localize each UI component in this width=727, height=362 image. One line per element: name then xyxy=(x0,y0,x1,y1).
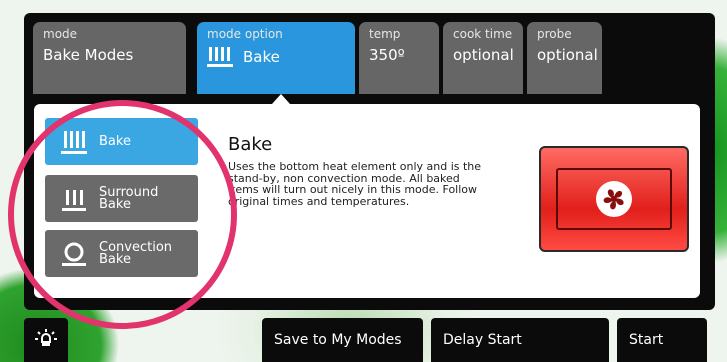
tab-cook-time-label: cook time xyxy=(453,27,513,41)
oven-control-frame: mode Bake Modes mode option Bake temp 35… xyxy=(24,13,715,310)
bake-icon xyxy=(207,47,233,67)
light-icon xyxy=(35,329,57,346)
convection-bake-icon xyxy=(62,242,86,266)
option-convection-bake-label: Convection Bake xyxy=(99,241,172,267)
fan-icon xyxy=(603,189,624,210)
option-surround-bake-line2: Bake xyxy=(99,196,131,212)
tab-mode-option-value: Bake xyxy=(207,46,345,68)
tab-mode-option[interactable]: mode option Bake xyxy=(197,22,355,94)
option-bake-label: Bake xyxy=(99,133,131,149)
tab-pointer xyxy=(272,94,290,104)
option-surround-bake[interactable]: Surround Bake xyxy=(45,175,198,222)
option-bake[interactable]: Bake xyxy=(45,118,198,165)
option-bake-line1: Bake xyxy=(99,133,131,149)
option-convection-bake-line2: Bake xyxy=(99,251,131,267)
start-fan-button[interactable] xyxy=(539,146,689,252)
description-text: Uses the bottom heat element only and is… xyxy=(228,161,528,207)
tab-probe[interactable]: probe optional xyxy=(527,22,602,94)
bake-icon xyxy=(61,130,87,154)
option-convection-bake[interactable]: Convection Bake xyxy=(45,230,198,277)
tab-probe-label: probe xyxy=(537,27,572,41)
fan-icon-background xyxy=(596,181,632,217)
tab-cook-time[interactable]: cook time optional xyxy=(443,22,523,94)
tab-cook-time-value: optional xyxy=(453,46,514,64)
tab-temp[interactable]: temp 350º xyxy=(359,22,439,94)
tab-temp-label: temp xyxy=(369,27,401,41)
surround-bake-icon xyxy=(62,189,86,211)
tab-mode-option-label: mode option xyxy=(207,27,283,41)
tab-probe-value: optional xyxy=(537,46,598,64)
tab-mode-value: Bake Modes xyxy=(43,46,134,64)
description-title: Bake xyxy=(228,134,273,155)
description-line: original times and temperatures. xyxy=(228,194,410,208)
save-to-my-modes-button[interactable]: Save to My Modes xyxy=(262,318,423,362)
fan-button-inner xyxy=(556,168,672,230)
tab-mode[interactable]: mode Bake Modes xyxy=(33,22,186,94)
start-button[interactable]: Start xyxy=(617,318,707,362)
light-button[interactable] xyxy=(24,318,68,362)
tab-mode-option-text: Bake xyxy=(243,48,280,66)
description-line: Uses the bottom heat element only and is… xyxy=(228,160,482,173)
tab-mode-label: mode xyxy=(43,27,78,41)
delay-start-button[interactable]: Delay Start xyxy=(431,318,609,362)
description-line: items will turn out nicely in this mode.… xyxy=(228,183,478,196)
tab-temp-value: 350º xyxy=(369,46,405,64)
mode-option-panel: Bake Surround Bake Convection Bake Bake … xyxy=(34,104,700,298)
option-surround-bake-label: Surround Bake xyxy=(99,186,158,212)
